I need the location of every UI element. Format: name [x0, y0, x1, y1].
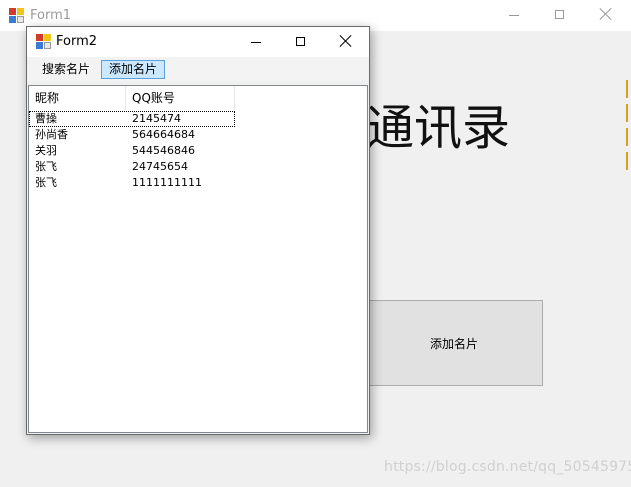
maximize-icon: [555, 10, 564, 19]
window-edge-decoration: [626, 80, 629, 190]
app-icon: [9, 8, 25, 24]
close-icon: [599, 7, 613, 21]
column-header-nickname[interactable]: 昵称: [29, 86, 126, 110]
form2-close-button[interactable]: [323, 27, 369, 58]
menu-item-search-card[interactable]: 搜索名片: [35, 60, 97, 79]
table-row[interactable]: 孙尚香 564664684: [29, 127, 235, 143]
table-row[interactable]: 张飞 24745654: [29, 159, 235, 175]
cell-qq: 544546846: [132, 144, 195, 157]
column-header-qq[interactable]: QQ账号: [126, 86, 235, 110]
cell-qq: 1111111111: [132, 176, 202, 189]
form2-title: Form2: [56, 34, 98, 49]
cell-nickname: 关羽: [35, 144, 57, 157]
page-title: 通讯录: [366, 100, 511, 156]
form2-maximize-button[interactable]: [278, 27, 324, 58]
form1-close-button[interactable]: [583, 0, 629, 31]
app-icon: [36, 34, 52, 50]
cell-nickname: 张飞: [35, 160, 57, 173]
form2-minimize-button[interactable]: [233, 27, 279, 58]
table-row[interactable]: 关羽 544546846: [29, 143, 235, 159]
form1-title: Form1: [30, 8, 72, 23]
cell-nickname: 孙尚香: [35, 128, 68, 141]
cell-nickname: 张飞: [35, 176, 57, 189]
form2-window: Form2 搜索名片 添加名片 昵称 QQ账号 曹操 2145474 孙尚香 5…: [26, 26, 370, 435]
cell-qq: 2145474: [132, 112, 181, 125]
maximize-icon: [296, 37, 305, 46]
add-card-button[interactable]: 添加名片: [365, 300, 543, 386]
cell-qq: 24745654: [132, 160, 188, 173]
minimize-icon: [509, 15, 519, 16]
minimize-icon: [251, 42, 261, 43]
close-icon: [339, 34, 353, 48]
cell-qq: 564664684: [132, 128, 195, 141]
form1-minimize-button[interactable]: [491, 0, 537, 31]
table-row[interactable]: 张飞 1111111111: [29, 175, 235, 191]
watermark: https://blog.csdn.net/qq_50545975: [384, 459, 631, 475]
cell-nickname: 曹操: [35, 112, 57, 125]
contacts-list-view[interactable]: 昵称 QQ账号 曹操 2145474 孙尚香 564664684 关羽 5445…: [28, 85, 368, 433]
menu-item-add-card[interactable]: 添加名片: [101, 60, 166, 79]
menu-bar: 搜索名片 添加名片: [27, 57, 369, 81]
form2-titlebar[interactable]: Form2: [27, 27, 369, 57]
form1-maximize-button[interactable]: [537, 0, 583, 31]
table-row[interactable]: 曹操 2145474: [29, 111, 235, 127]
